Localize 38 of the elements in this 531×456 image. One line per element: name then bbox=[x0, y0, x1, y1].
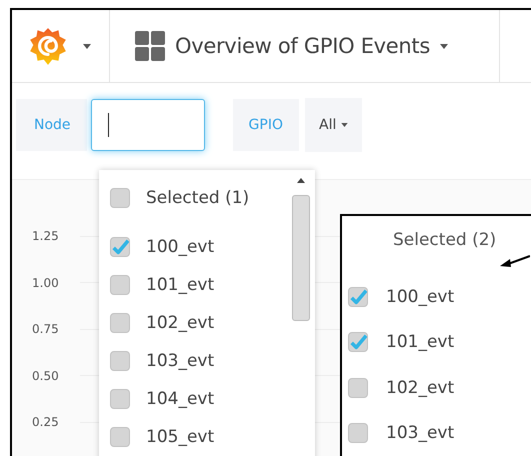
checkbox[interactable] bbox=[110, 389, 130, 409]
option-label[interactable]: 102_evt bbox=[386, 378, 454, 398]
scroll-up-arrow-icon[interactable] bbox=[297, 178, 305, 183]
option-label[interactable]: 105_evt bbox=[146, 427, 214, 447]
caret-icon bbox=[341, 123, 348, 127]
variable-label: GPIO bbox=[232, 99, 299, 151]
selected-count-label: Selected (2) bbox=[393, 230, 498, 250]
caret-icon[interactable] bbox=[83, 44, 91, 48]
option-label[interactable]: 103_evt bbox=[146, 351, 214, 371]
option-label[interactable]: 102_evt bbox=[146, 313, 214, 333]
option-label[interactable]: Selected (1) bbox=[146, 188, 250, 208]
checkbox[interactable] bbox=[348, 378, 368, 398]
checkbox[interactable] bbox=[110, 351, 130, 371]
checkbox[interactable] bbox=[110, 313, 130, 333]
axis-tick-label: 0.75 bbox=[31, 322, 60, 336]
checkbox[interactable] bbox=[110, 188, 130, 208]
checkbox[interactable] bbox=[348, 286, 368, 307]
checkbox[interactable] bbox=[110, 427, 130, 447]
axis-tick-label: 1.00 bbox=[31, 276, 60, 290]
variable-label: Node bbox=[16, 99, 87, 151]
checkbox[interactable] bbox=[348, 332, 368, 352]
axis-tick-label: 0.25 bbox=[31, 415, 60, 430]
checkbox[interactable] bbox=[348, 423, 368, 444]
axis-tick-label: 0.50 bbox=[31, 368, 60, 383]
checkbox[interactable] bbox=[110, 237, 130, 257]
dashboard-grid-icon bbox=[135, 31, 165, 61]
option-label[interactable]: 104_evt bbox=[146, 389, 214, 409]
variable-dropdown[interactable]: All bbox=[305, 98, 362, 152]
caret-icon[interactable] bbox=[440, 44, 448, 48]
option-label[interactable]: 100_evt bbox=[386, 286, 454, 307]
option-label[interactable]: 100_evt bbox=[146, 237, 214, 257]
dashboard-title[interactable]: Overview of GPIO Events bbox=[175, 34, 430, 58]
node-input-field[interactable] bbox=[90, 99, 205, 151]
option-label[interactable]: 103_evt bbox=[386, 423, 454, 444]
option-label[interactable]: 101_evt bbox=[146, 275, 214, 295]
axis-tick-label: 1.25 bbox=[31, 229, 60, 244]
checkbox[interactable] bbox=[110, 275, 130, 295]
option-label[interactable]: 101_evt bbox=[386, 332, 454, 352]
